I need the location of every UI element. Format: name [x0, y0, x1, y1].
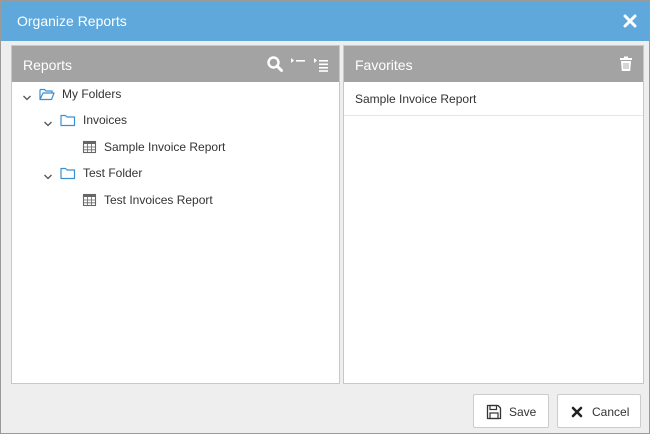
favorites-panel: Favorites Sample Invoice Report — [343, 45, 644, 384]
tree-item-invoices[interactable]: Invoices — [43, 110, 323, 130]
expand-all-icon[interactable] — [312, 55, 330, 73]
save-icon — [486, 404, 502, 420]
tree-item-sample-invoice-report[interactable]: Sample Invoice Report — [82, 137, 322, 157]
report-icon — [82, 140, 98, 154]
dialog-title: Organize Reports — [17, 13, 127, 29]
tree-item-label: My Folders — [62, 87, 122, 101]
chevron-down-icon[interactable] — [22, 89, 32, 101]
tree-item-test-invoices-report[interactable]: Test Invoices Report — [82, 190, 322, 210]
close-icon[interactable] — [621, 12, 639, 30]
folder-icon — [60, 166, 76, 180]
tree-item-test-folder[interactable]: Test Folder — [43, 163, 323, 183]
search-icon[interactable] — [266, 55, 284, 73]
dialog-title-bar: Organize Reports — [1, 1, 649, 41]
trash-icon[interactable] — [617, 55, 635, 73]
collapse-all-icon[interactable] — [289, 55, 307, 73]
tree-item-my-folders[interactable]: My Folders — [22, 84, 322, 104]
favorites-panel-title: Favorites — [355, 57, 413, 73]
tree-item-label: Test Invoices Report — [104, 193, 213, 207]
save-button-label: Save — [509, 405, 537, 419]
folder-open-icon — [39, 87, 55, 101]
favorite-item-label: Sample Invoice Report — [355, 92, 477, 106]
organize-reports-dialog: Organize Reports Reports My Folders Invo… — [0, 0, 650, 434]
report-icon — [82, 193, 98, 207]
save-button[interactable]: Save — [473, 394, 549, 428]
tree-item-label: Test Folder — [83, 166, 143, 180]
cancel-button[interactable]: Cancel — [557, 394, 641, 428]
chevron-down-icon[interactable] — [43, 115, 53, 127]
close-icon — [569, 404, 585, 420]
favorite-item[interactable]: Sample Invoice Report — [344, 82, 643, 116]
favorites-panel-header: Favorites — [344, 46, 643, 82]
tree-item-label: Sample Invoice Report — [104, 140, 226, 154]
cancel-button-label: Cancel — [592, 405, 630, 419]
reports-panel: Reports My Folders Invoices Sample Invoi… — [11, 45, 340, 384]
tree-item-label: Invoices — [83, 113, 128, 127]
reports-panel-title: Reports — [23, 57, 73, 73]
reports-panel-header: Reports — [12, 46, 339, 82]
chevron-down-icon[interactable] — [43, 168, 53, 180]
folder-icon — [60, 113, 76, 127]
